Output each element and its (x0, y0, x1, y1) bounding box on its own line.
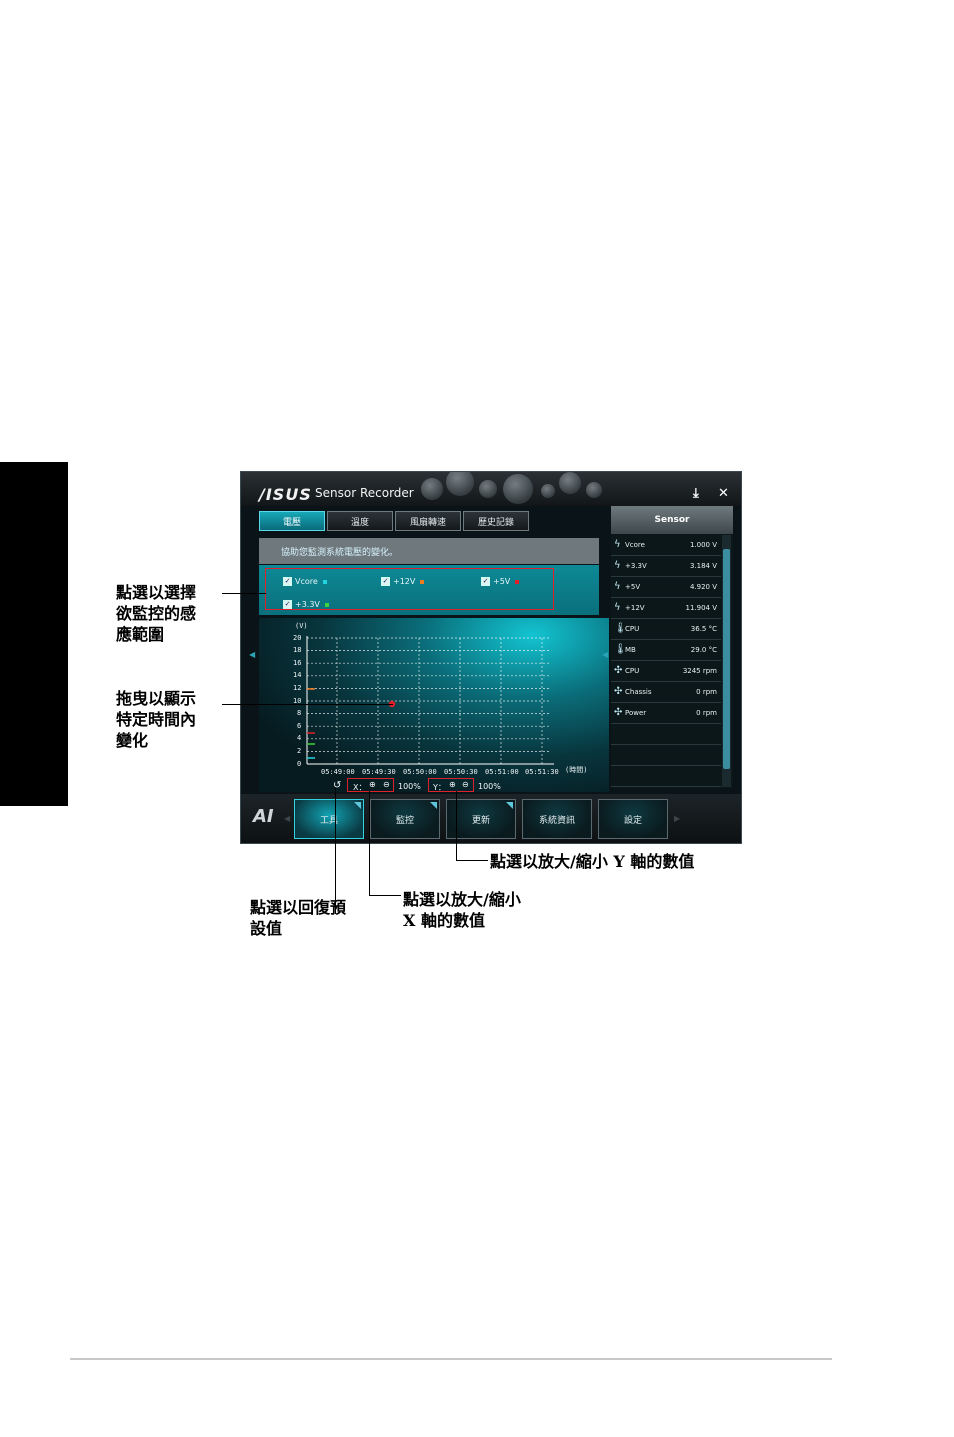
description-bar: 協助您監測系統電壓的變化。 (259, 538, 599, 564)
footer-rule (70, 1358, 832, 1360)
callout-line (456, 791, 457, 861)
empty-row (611, 766, 721, 787)
asus-logo: /ISUS (259, 485, 312, 504)
fan-icon: ✣ (614, 665, 623, 676)
y-zoom-highlight-box (428, 778, 474, 792)
y-tick-label: 4 (297, 734, 302, 742)
left-arrow-icon[interactable]: ◀ (249, 650, 255, 659)
sensor-recorder-window: /ISUS Sensor Recorder ⤓ ✕ 電壓 溫度 風扇轉速 歷史記… (240, 471, 742, 844)
sensor-panel-header: Sensor (611, 506, 733, 534)
x-zoom-value: 100% (398, 782, 421, 791)
x-tick-label: 05:51:30 (525, 768, 559, 776)
y-tick-label: 0 (297, 760, 302, 768)
callout-line (456, 860, 488, 861)
callout-line (369, 895, 401, 896)
y-tick-label: 12 (293, 684, 302, 692)
fan-icon: ✣ (614, 707, 623, 718)
download-icon[interactable]: ⤓ (693, 486, 699, 501)
sensor-row[interactable]: ✣ Power 0 rpm (611, 703, 721, 724)
y-tick-label: 16 (293, 659, 302, 667)
annotation-reset: 點選以回復預 設值 (250, 898, 347, 938)
y-tick-label: 6 (297, 722, 302, 730)
y-tick-label: 14 (293, 671, 302, 679)
sensor-row[interactable]: ✣ Chassis 0 rpm (611, 682, 721, 703)
lightning-icon: ϟ (614, 581, 621, 592)
scroll-thumb[interactable] (723, 549, 730, 769)
y-tick-label: 8 (297, 709, 302, 717)
annotation-select-range: 點選以選擇 欲監控的感 應範圍 (116, 583, 197, 644)
collapse-arrow-icon[interactable]: ◀ (602, 650, 608, 659)
empty-row (611, 745, 721, 766)
annotation-zoom-y: 點選以放大/縮小 Y 軸的數值 (490, 852, 695, 871)
x-tick-label: 05:49:00 (321, 768, 355, 776)
sensor-row[interactable]: 🌡 CPU 36.5 °C (611, 619, 721, 640)
sensor-scrollbar[interactable] (722, 535, 731, 787)
nav-monitor-button[interactable]: 監控 (370, 799, 440, 839)
sensor-row[interactable]: ϟ +3.3V 3.184 V (611, 556, 721, 577)
nav-left-arrow-icon[interactable]: ◀ (284, 814, 290, 823)
description-text: 協助您監測系統電壓的變化。 (281, 548, 399, 558)
checkbox-highlight-box (265, 568, 554, 610)
x-zoom-highlight-box (347, 778, 394, 792)
nav-system-info-button[interactable]: 系統資訊 (522, 799, 592, 839)
lightning-icon: ϟ (614, 539, 621, 550)
chapter-side-tab (0, 462, 68, 806)
fan-icon: ✣ (614, 686, 623, 697)
tab-history[interactable]: 歷史記錄 (463, 511, 529, 531)
ai-suite-logo: AI (253, 806, 274, 827)
x-tick-label: 05:50:30 (444, 768, 478, 776)
y-tick-label: 2 (297, 747, 302, 755)
graph-grid (306, 636, 554, 765)
sensor-row[interactable]: ϟ Vcore 1.000 V (611, 535, 721, 556)
lightning-icon: ϟ (614, 602, 621, 613)
annotation-zoom-x: 點選以放大/縮小 X 軸的數值 (403, 890, 521, 930)
empty-row (611, 724, 721, 745)
sensor-panel: Sensor ϟ Vcore 1.000 V ϟ +3.3V 3.184 V ϟ +5V 4… (611, 506, 733, 788)
close-icon[interactable]: ✕ (718, 486, 729, 501)
y-zoom-value: 100% (478, 782, 501, 791)
sensor-row[interactable]: 🌡 MB 29.0 °C (611, 640, 721, 661)
y-tick-label: 20 (293, 634, 302, 642)
sensor-row[interactable]: ϟ +12V 11.904 V (611, 598, 721, 619)
app-title: Sensor Recorder (315, 486, 414, 500)
annotation-drag-time: 拖曳以顯示 特定時間內 變化 (116, 689, 197, 750)
nav-tool-button[interactable]: 工具 (294, 799, 364, 839)
nav-right-arrow-icon[interactable]: ▶ (674, 814, 680, 823)
tab-voltage[interactable]: 電壓 (259, 511, 325, 531)
bottom-nav-bar: AI ◀ 工具 監控 更新 系統資訊 設定 ▶ (241, 794, 741, 843)
sensor-row[interactable]: ✣ CPU 3245 rpm (611, 661, 721, 682)
y-tick-label: 18 (293, 646, 302, 654)
x-tick-label: 05:49:30 (362, 768, 396, 776)
x-unit-label: (時間) (565, 766, 588, 774)
callout-line (335, 788, 336, 914)
callout-line (369, 791, 370, 896)
tab-temperature[interactable]: 溫度 (327, 511, 393, 531)
title-bar: /ISUS Sensor Recorder ⤓ ✕ (241, 472, 741, 506)
x-tick-label: 05:51:00 (485, 768, 519, 776)
x-tick-label: 05:50:00 (403, 768, 437, 776)
callout-line (222, 593, 266, 594)
sensor-row[interactable]: ϟ +5V 4.920 V (611, 577, 721, 598)
tab-fan-speed[interactable]: 風扇轉速 (395, 511, 461, 531)
voltage-graph[interactable]: (V) 20 18 16 14 12 10 8 6 4 2 0 05:49:00… (259, 618, 609, 792)
nav-settings-button[interactable]: 設定 (598, 799, 668, 839)
lightning-icon: ϟ (614, 560, 621, 571)
callout-line (222, 704, 393, 705)
